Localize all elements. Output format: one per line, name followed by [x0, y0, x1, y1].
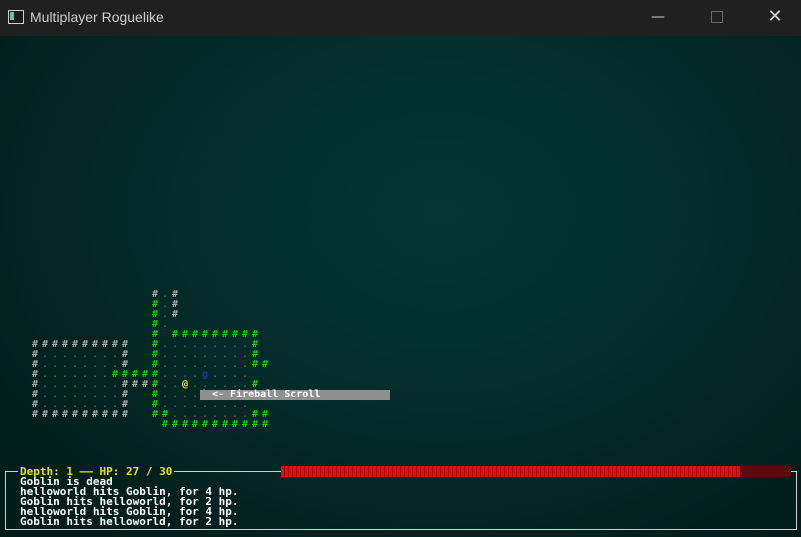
wall-tile: #	[51, 409, 59, 420]
floor-tile: .	[51, 399, 59, 410]
wall-tile: #	[261, 419, 269, 430]
wall-tile: #	[211, 419, 219, 430]
wall-tile: #	[191, 419, 199, 430]
maximize-icon	[711, 11, 723, 23]
wall-tile: #	[31, 399, 39, 410]
wall-tile: #	[181, 419, 189, 430]
item-tooltip: <- Fireball Scroll	[200, 390, 390, 400]
floor-tile: .	[61, 399, 69, 410]
floor-tile: .	[201, 409, 209, 420]
floor-tile: .	[81, 399, 89, 410]
game-viewport[interactable]: # # # # # # # # # # # # # # # # # # # # # # # # # # # # # # #.........…	[0, 36, 801, 537]
wall-tile: #	[121, 379, 129, 390]
wall-tile: #	[151, 369, 159, 380]
floor-tile: .	[161, 319, 169, 330]
maximize-button[interactable]	[694, 0, 740, 36]
floor-tile: .	[91, 399, 99, 410]
wall-tile: #	[221, 419, 229, 430]
wall-tile: #	[201, 419, 209, 430]
wall-tile: #	[31, 409, 39, 420]
wall-tile: #	[61, 409, 69, 420]
floor-tile: .	[71, 399, 79, 410]
wall-tile: #	[251, 419, 259, 430]
window-title: Multiplayer Roguelike	[30, 9, 164, 25]
wall-tile: #	[161, 419, 169, 430]
floor-tile: .	[161, 399, 169, 410]
wall-tile: #	[141, 379, 149, 390]
message-log: Goblin is dead helloworld hits Goblin, fo…	[20, 476, 239, 528]
wall-tile: #	[161, 409, 169, 420]
wall-tile: #	[131, 379, 139, 390]
wall-tile: #	[151, 409, 159, 420]
log-line: Goblin hits helloworld, for 2 hp.	[20, 515, 239, 528]
wall-tile: #	[101, 409, 109, 420]
wall-tile: #	[241, 419, 249, 430]
hp-bar	[281, 466, 791, 477]
wall-tile: #	[41, 409, 49, 420]
app-icon	[8, 10, 24, 24]
floor-tile: .	[111, 399, 119, 410]
wall-tile: #	[81, 409, 89, 420]
wall-tile: #	[251, 409, 259, 420]
wall-tile: #	[261, 359, 269, 370]
wall-tile: #	[131, 369, 139, 380]
wall-tile: #	[141, 369, 149, 380]
wall-tile: #	[231, 419, 239, 430]
wall-tile: #	[261, 409, 269, 420]
floor-tile: .	[221, 409, 229, 420]
minimize-button[interactable]: —	[635, 0, 681, 36]
wall-tile: #	[171, 419, 179, 430]
wall-tile: #	[121, 399, 129, 410]
wall-tile: #	[251, 359, 259, 370]
floor-tile: .	[191, 409, 199, 420]
title-bar: Multiplayer Roguelike — ✕	[0, 0, 801, 36]
wall-tile: #	[111, 409, 119, 420]
floor-tile: .	[181, 409, 189, 420]
close-button[interactable]: ✕	[752, 0, 798, 36]
floor-tile: .	[211, 409, 219, 420]
floor-tile: .	[171, 409, 179, 420]
hp-bar-fill	[281, 466, 740, 477]
wall-tile: #	[151, 359, 159, 370]
floor-tile: .	[241, 409, 249, 420]
floor-tile: .	[231, 409, 239, 420]
wall-tile: #	[121, 409, 129, 420]
wall-tile: #	[171, 309, 179, 320]
floor-tile: .	[41, 399, 49, 410]
wall-tile: #	[71, 409, 79, 420]
wall-tile: #	[91, 409, 99, 420]
floor-tile: .	[101, 399, 109, 410]
